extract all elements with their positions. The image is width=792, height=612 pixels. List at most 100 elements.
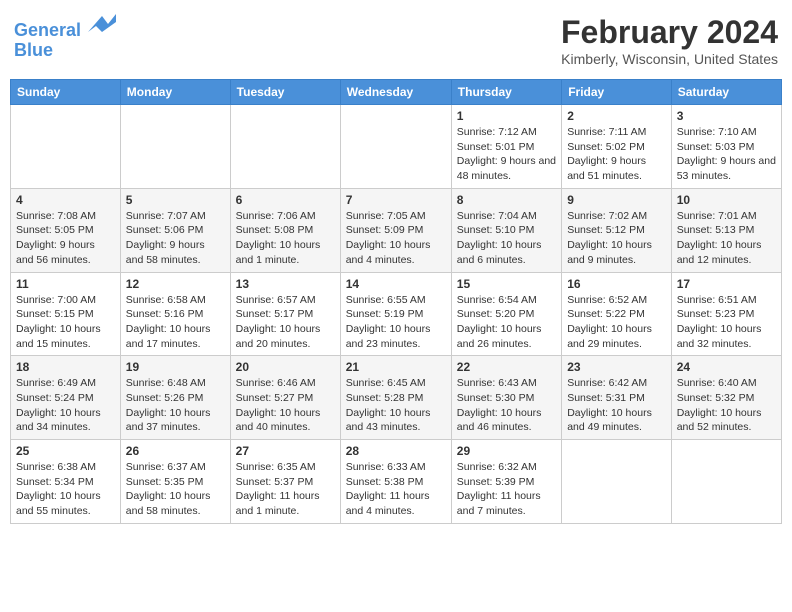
calendar-cell: 5 Sunrise: 7:07 AM Sunset: 5:06 PM Daylig… — [120, 188, 230, 272]
title-area: February 2024 Kimberly, Wisconsin, Unite… — [561, 14, 778, 67]
cell-info: Sunrise: 6:43 AM Sunset: 5:30 PM Dayligh… — [457, 376, 556, 435]
calendar-cell: 7 Sunrise: 7:05 AM Sunset: 5:09 PM Daylig… — [340, 188, 451, 272]
day-number: 17 — [677, 277, 776, 291]
calendar-cell: 27 Sunrise: 6:35 AM Sunset: 5:37 PM Dayli… — [230, 440, 340, 524]
cell-info: Sunrise: 6:37 AM Sunset: 5:35 PM Dayligh… — [126, 460, 225, 519]
calendar-cell: 11 Sunrise: 7:00 AM Sunset: 5:15 PM Dayli… — [11, 272, 121, 356]
calendar-cell: 14 Sunrise: 6:55 AM Sunset: 5:19 PM Dayli… — [340, 272, 451, 356]
calendar-cell: 21Sunrise: 6:45 AM Sunset: 5:28 PM Dayli… — [340, 356, 451, 440]
day-number: 18 — [16, 360, 115, 374]
cell-info: Sunrise: 6:35 AM Sunset: 5:37 PM Dayligh… — [236, 460, 335, 519]
calendar-cell: 26 Sunrise: 6:37 AM Sunset: 5:35 PM Dayli… — [120, 440, 230, 524]
calendar-cell: 22 Sunrise: 6:43 AM Sunset: 5:30 PM Dayli… — [451, 356, 561, 440]
cell-info: Sunrise: 6:58 AM Sunset: 5:16 PM Dayligh… — [126, 293, 225, 352]
calendar-cell: 23 Sunrise: 6:42 AM Sunset: 5:31 PM Dayli… — [562, 356, 672, 440]
calendar-cell: 29 Sunrise: 6:32 AM Sunset: 5:39 PM Dayli… — [451, 440, 561, 524]
calendar-cell: 18 Sunrise: 6:49 AM Sunset: 5:24 PM Dayli… — [11, 356, 121, 440]
location-title: Kimberly, Wisconsin, United States — [561, 51, 778, 67]
col-header-tuesday: Tuesday — [230, 80, 340, 105]
day-number: 3 — [677, 109, 776, 123]
calendar-week-1: 4Sunrise: 7:08 AM Sunset: 5:05 PM Daylig… — [11, 188, 782, 272]
cell-info: Sunrise: 7:07 AM Sunset: 5:06 PM Dayligh… — [126, 209, 225, 268]
day-number: 29 — [457, 444, 556, 458]
calendar-cell: 1Sunrise: 7:12 AM Sunset: 5:01 PM Daylig… — [451, 105, 561, 189]
cell-info: Sunrise: 7:00 AM Sunset: 5:15 PM Dayligh… — [16, 293, 115, 352]
col-header-sunday: Sunday — [11, 80, 121, 105]
day-number: 1 — [457, 109, 556, 123]
calendar-cell: 25Sunrise: 6:38 AM Sunset: 5:34 PM Dayli… — [11, 440, 121, 524]
day-number: 28 — [346, 444, 446, 458]
day-number: 26 — [126, 444, 225, 458]
cell-info: Sunrise: 7:06 AM Sunset: 5:08 PM Dayligh… — [236, 209, 335, 268]
cell-info: Sunrise: 6:46 AM Sunset: 5:27 PM Dayligh… — [236, 376, 335, 435]
logo: General Blue — [14, 14, 116, 61]
calendar-cell: 8 Sunrise: 7:04 AM Sunset: 5:10 PM Daylig… — [451, 188, 561, 272]
col-header-wednesday: Wednesday — [340, 80, 451, 105]
calendar-cell: 20 Sunrise: 6:46 AM Sunset: 5:27 PM Dayli… — [230, 356, 340, 440]
calendar-cell: 17 Sunrise: 6:51 AM Sunset: 5:23 PM Dayli… — [671, 272, 781, 356]
day-number: 6 — [236, 193, 335, 207]
calendar-cell — [230, 105, 340, 189]
cell-info: Sunrise: 6:54 AM Sunset: 5:20 PM Dayligh… — [457, 293, 556, 352]
day-number: 19 — [126, 360, 225, 374]
col-header-saturday: Saturday — [671, 80, 781, 105]
calendar-cell — [120, 105, 230, 189]
col-header-friday: Friday — [562, 80, 672, 105]
day-number: 9 — [567, 193, 666, 207]
day-number: 10 — [677, 193, 776, 207]
cell-info: Sunrise: 6:40 AM Sunset: 5:32 PM Dayligh… — [677, 376, 776, 435]
day-number: 12 — [126, 277, 225, 291]
col-header-thursday: Thursday — [451, 80, 561, 105]
calendar-cell: 16 Sunrise: 6:52 AM Sunset: 5:22 PM Dayli… — [562, 272, 672, 356]
day-number: 27 — [236, 444, 335, 458]
day-number: 2 — [567, 109, 666, 123]
calendar-cell — [562, 440, 672, 524]
calendar-cell: 2Sunrise: 7:11 AM Sunset: 5:02 PM Daylig… — [562, 105, 672, 189]
calendar-cell — [671, 440, 781, 524]
day-number: 7 — [346, 193, 446, 207]
col-header-monday: Monday — [120, 80, 230, 105]
calendar-cell — [340, 105, 451, 189]
day-number: 22 — [457, 360, 556, 374]
calendar-cell: 15 Sunrise: 6:54 AM Sunset: 5:20 PM Dayli… — [451, 272, 561, 356]
calendar-cell: 6 Sunrise: 7:06 AM Sunset: 5:08 PM Daylig… — [230, 188, 340, 272]
cell-info: Sunrise: 6:57 AM Sunset: 5:17 PM Dayligh… — [236, 293, 335, 352]
cell-info: Sunrise: 6:42 AM Sunset: 5:31 PM Dayligh… — [567, 376, 666, 435]
cell-info: Sunrise: 7:08 AM Sunset: 5:05 PM Dayligh… — [16, 209, 115, 268]
cell-info: Sunrise: 7:02 AM Sunset: 5:12 PM Dayligh… — [567, 209, 666, 268]
calendar-week-4: 25Sunrise: 6:38 AM Sunset: 5:34 PM Dayli… — [11, 440, 782, 524]
calendar-cell: 19Sunrise: 6:48 AM Sunset: 5:26 PM Dayli… — [120, 356, 230, 440]
cell-info: Sunrise: 6:55 AM Sunset: 5:19 PM Dayligh… — [346, 293, 446, 352]
calendar-cell: 9 Sunrise: 7:02 AM Sunset: 5:12 PM Daylig… — [562, 188, 672, 272]
calendar-week-2: 11 Sunrise: 7:00 AM Sunset: 5:15 PM Dayli… — [11, 272, 782, 356]
logo-blue: Blue — [14, 40, 53, 60]
calendar-cell: 3 Sunrise: 7:10 AM Sunset: 5:03 PM Daylig… — [671, 105, 781, 189]
cell-info: Sunrise: 6:49 AM Sunset: 5:24 PM Dayligh… — [16, 376, 115, 435]
calendar-cell: 13Sunrise: 6:57 AM Sunset: 5:17 PM Dayli… — [230, 272, 340, 356]
header: General Blue February 2024 Kimberly, Wis… — [10, 10, 782, 71]
calendar-cell: 4Sunrise: 7:08 AM Sunset: 5:05 PM Daylig… — [11, 188, 121, 272]
cell-info: Sunrise: 6:33 AM Sunset: 5:38 PM Dayligh… — [346, 460, 446, 519]
day-number: 15 — [457, 277, 556, 291]
day-number: 16 — [567, 277, 666, 291]
cell-info: Sunrise: 7:05 AM Sunset: 5:09 PM Dayligh… — [346, 209, 446, 268]
cell-info: Sunrise: 6:32 AM Sunset: 5:39 PM Dayligh… — [457, 460, 556, 519]
cell-info: Sunrise: 6:51 AM Sunset: 5:23 PM Dayligh… — [677, 293, 776, 352]
day-number: 14 — [346, 277, 446, 291]
cell-info: Sunrise: 6:52 AM Sunset: 5:22 PM Dayligh… — [567, 293, 666, 352]
cell-info: Sunrise: 6:38 AM Sunset: 5:34 PM Dayligh… — [16, 460, 115, 519]
calendar-cell: 10Sunrise: 7:01 AM Sunset: 5:13 PM Dayli… — [671, 188, 781, 272]
cell-info: Sunrise: 7:04 AM Sunset: 5:10 PM Dayligh… — [457, 209, 556, 268]
calendar-cell: 12 Sunrise: 6:58 AM Sunset: 5:16 PM Dayli… — [120, 272, 230, 356]
day-number: 8 — [457, 193, 556, 207]
logo-general: General — [14, 20, 81, 40]
day-number: 21 — [346, 360, 446, 374]
day-number: 20 — [236, 360, 335, 374]
day-number: 11 — [16, 277, 115, 291]
day-number: 5 — [126, 193, 225, 207]
logo-bird-icon — [88, 14, 116, 36]
cell-info: Sunrise: 7:10 AM Sunset: 5:03 PM Dayligh… — [677, 125, 776, 184]
month-title: February 2024 — [561, 14, 778, 51]
calendar-cell — [11, 105, 121, 189]
day-number: 23 — [567, 360, 666, 374]
